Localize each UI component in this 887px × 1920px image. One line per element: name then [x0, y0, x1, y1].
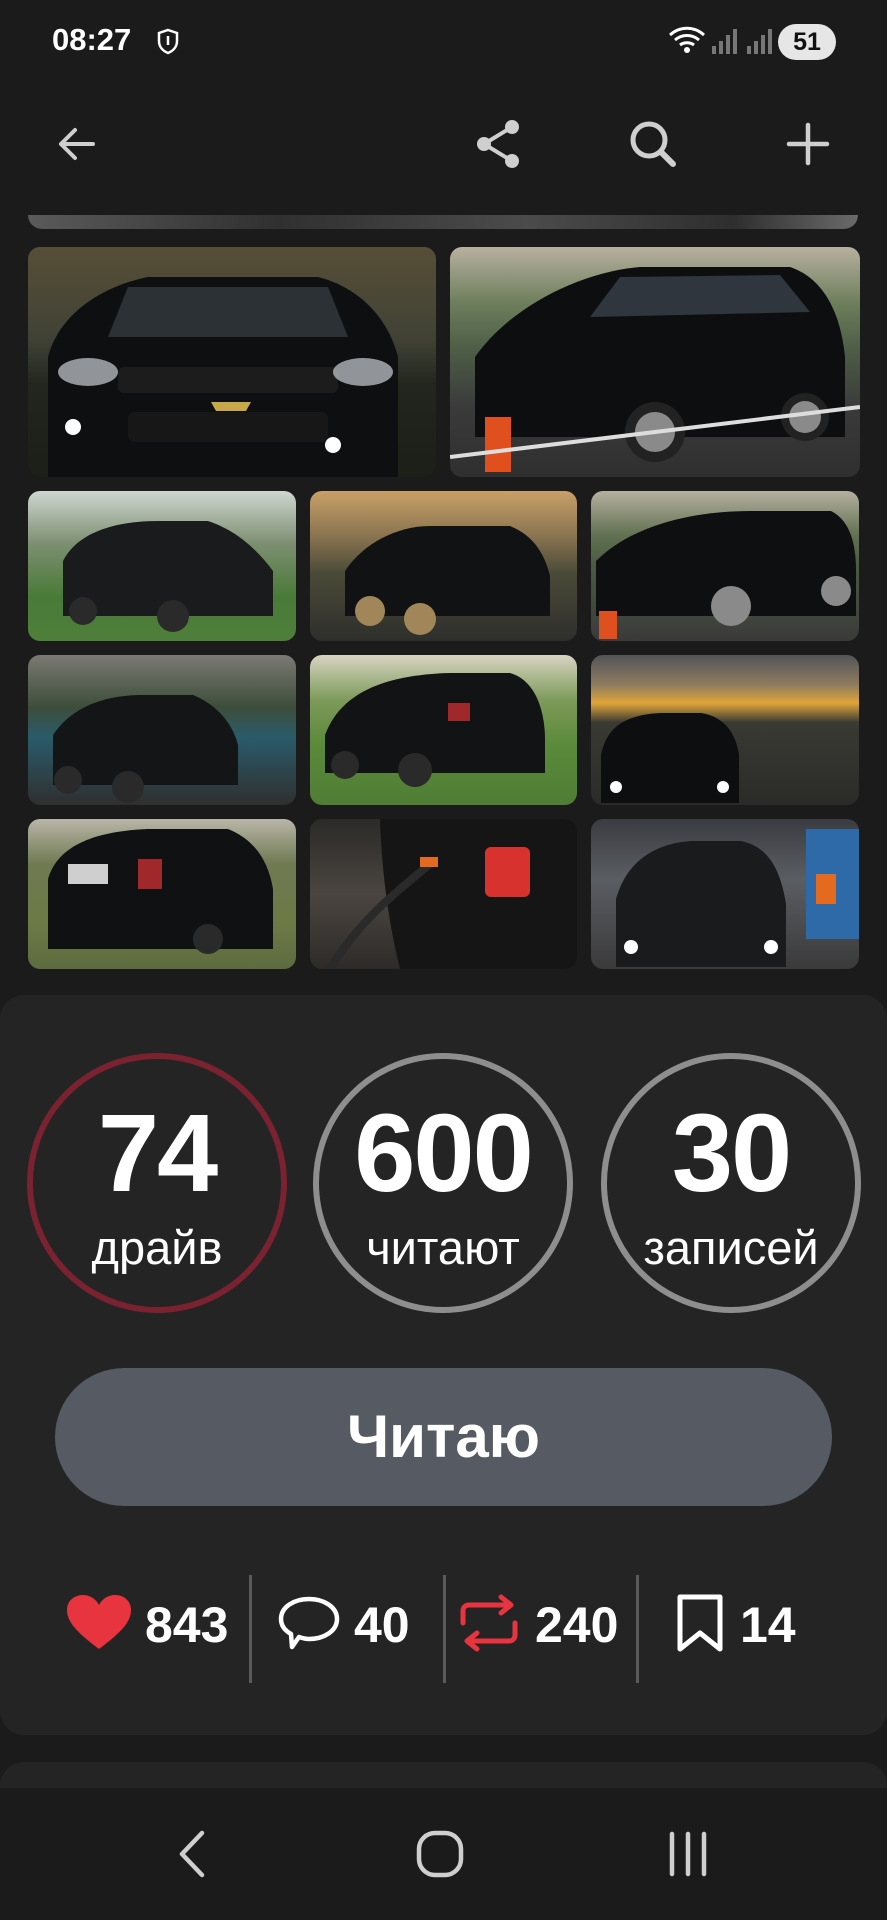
stat-value: 600 [354, 1092, 534, 1215]
comment-button[interactable]: 40 [276, 1565, 410, 1685]
action-bar: 843 40 240 14 [0, 1565, 887, 1685]
like-count: 843 [145, 1597, 229, 1653]
signal-icon [745, 26, 775, 61]
system-nav-bar [0, 1788, 887, 1920]
stat-value: 74 [97, 1092, 218, 1215]
home-icon[interactable] [410, 1824, 470, 1884]
top-toolbar [0, 84, 887, 204]
gallery-photo[interactable] [310, 655, 577, 805]
repost-button[interactable]: 240 [455, 1565, 618, 1685]
repost-icon [455, 1593, 523, 1658]
gallery-photo[interactable] [591, 655, 859, 805]
bookmark-icon [672, 1593, 728, 1658]
battery-indicator: 51 [778, 24, 836, 60]
like-button[interactable]: 843 [65, 1565, 228, 1685]
bookmark-count: 14 [740, 1597, 796, 1653]
stat-posts[interactable]: 30 записей [600, 1052, 862, 1314]
recents-icon[interactable] [658, 1824, 718, 1884]
photo-strip-peek[interactable] [28, 215, 858, 229]
status-bar: 08:27 51 [0, 0, 887, 84]
stat-value: 30 [671, 1092, 792, 1215]
comment-icon [276, 1593, 342, 1658]
divider [443, 1575, 446, 1683]
heart-icon [65, 1593, 133, 1658]
gallery-photo[interactable] [310, 491, 577, 641]
divider [636, 1575, 639, 1683]
follow-button[interactable]: Читаю [55, 1368, 832, 1506]
share-icon[interactable] [469, 114, 529, 174]
gallery-photo[interactable] [28, 819, 296, 969]
status-time: 08:27 [52, 22, 132, 57]
gallery-photo[interactable] [28, 491, 296, 641]
stat-label: читают [366, 1221, 520, 1274]
plus-icon[interactable] [778, 114, 838, 174]
repost-count: 240 [535, 1597, 619, 1653]
gallery-photo[interactable] [310, 819, 577, 969]
search-icon[interactable] [623, 114, 683, 174]
gallery-photo[interactable] [591, 491, 859, 641]
profile-stats-card: 74 драйв 600 читают 30 записей Читаю 843… [0, 995, 887, 1735]
wifi-icon [668, 24, 706, 61]
stat-label: драйв [91, 1221, 223, 1274]
stat-followers[interactable]: 600 читают [312, 1052, 574, 1314]
signal-icon [710, 26, 740, 61]
photo-gallery [0, 215, 887, 975]
back-icon[interactable] [162, 1824, 222, 1884]
back-arrow-icon[interactable] [47, 114, 107, 174]
gallery-photo[interactable] [450, 247, 860, 477]
bookmark-button[interactable]: 14 [672, 1565, 796, 1685]
gallery-photo[interactable] [28, 655, 296, 805]
stat-label: записей [643, 1221, 819, 1274]
shield-icon [156, 28, 180, 61]
stat-drive[interactable]: 74 драйв [26, 1052, 288, 1314]
gallery-photo[interactable] [591, 819, 859, 969]
divider [249, 1575, 252, 1683]
comment-count: 40 [354, 1597, 410, 1653]
gallery-photo[interactable] [28, 247, 436, 477]
